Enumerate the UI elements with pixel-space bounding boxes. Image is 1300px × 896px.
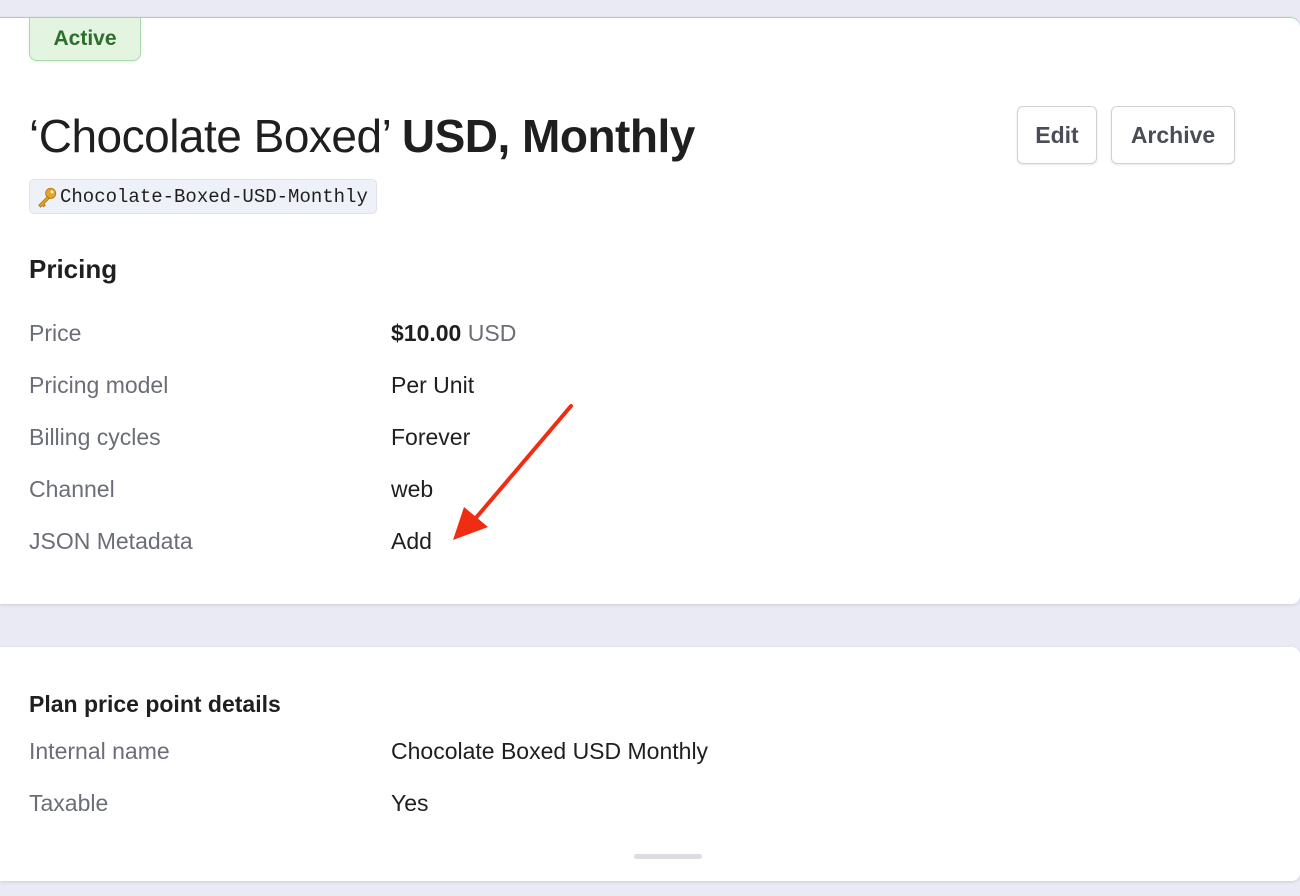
key-icon <box>38 187 57 208</box>
json-metadata-label: JSON Metadata <box>29 528 193 554</box>
pricing-section-title: Pricing <box>29 254 118 284</box>
edit-button[interactable]: Edit <box>1017 106 1097 164</box>
plan-name: ‘Chocolate Boxed’ <box>29 110 390 162</box>
details-row-internal-name: Internal name Chocolate Boxed USD Monthl… <box>29 736 929 766</box>
pricing-model-label: Pricing model <box>29 372 169 398</box>
price-label: Price <box>29 320 82 346</box>
price-amount: $10.00 <box>391 320 462 346</box>
details-section-title: Plan price point details <box>29 691 281 717</box>
pricing-row-price: Price $10.00 USD <box>29 318 929 348</box>
billing-cycles-label: Billing cycles <box>29 424 161 450</box>
annotation-arrow-icon <box>453 404 573 540</box>
plan-currency-period: USD, Monthly <box>401 110 695 162</box>
price-point-details-card: Plan price point details Internal name C… <box>0 647 1300 881</box>
page-title: ‘Chocolate Boxed’ USD, Monthly <box>29 106 695 166</box>
plan-key: Chocolate-Boxed-USD-Monthly <box>60 185 368 208</box>
channel-label: Channel <box>29 476 115 502</box>
price-currency: USD <box>467 320 517 346</box>
price-value: $10.00 USD <box>391 318 516 348</box>
taxable-label: Taxable <box>29 790 109 816</box>
archive-button[interactable]: Archive <box>1111 106 1235 164</box>
internal-name-label: Internal name <box>29 738 170 764</box>
scroll-handle[interactable] <box>634 854 702 859</box>
internal-name-value: Chocolate Boxed USD Monthly <box>391 738 709 764</box>
plan-key-chip: Chocolate-Boxed-USD-Monthly <box>29 179 377 214</box>
add-json-metadata-link[interactable]: Add <box>391 526 432 556</box>
details-row-taxable: Taxable Yes <box>29 788 929 818</box>
taxable-value: Yes <box>391 790 429 816</box>
status-badge: Active <box>29 18 141 61</box>
channel-value: web <box>391 476 434 502</box>
plan-summary-card: Active ‘Chocolate Boxed’ USD, Monthly Ed… <box>0 17 1300 604</box>
